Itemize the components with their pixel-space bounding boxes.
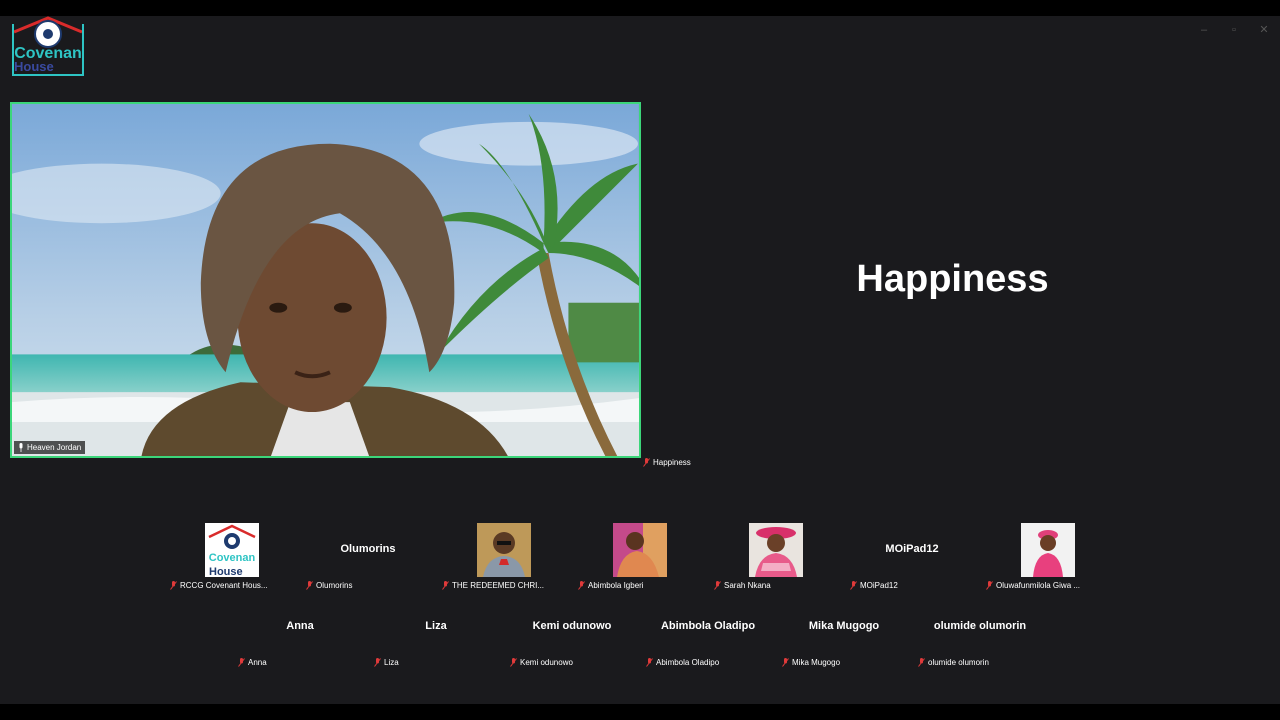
- woman-dress-photo-avatar-icon: [1021, 523, 1075, 577]
- meeting-window: Covenan House – ▫ ✕ Heaven Jordan Happin…: [0, 16, 1280, 704]
- minimize-icon[interactable]: –: [1198, 24, 1210, 36]
- logo-word-2: House: [14, 60, 54, 74]
- participant-name-chip: THE REDEEMED CHRI...: [440, 581, 568, 590]
- participant-name: Kemi odunowo: [520, 658, 573, 667]
- participant-display-name: Mika Mugogo: [808, 620, 880, 632]
- microphone-muted-icon: [170, 581, 177, 590]
- woman-photo-avatar-icon: [613, 523, 667, 577]
- participant-name: olumide olumorin: [928, 658, 989, 667]
- microphone-icon: [19, 443, 23, 452]
- participant-name-chip: Anna: [236, 658, 364, 667]
- participant-name-chip: Kemi odunowo: [508, 658, 636, 667]
- microphone-muted-icon: [374, 658, 381, 667]
- avatar: Covenan House: [205, 523, 259, 577]
- svg-text:Covenan: Covenan: [209, 552, 256, 564]
- man-photo-avatar-icon: [477, 523, 531, 577]
- participant-name: Olumorins: [316, 581, 353, 590]
- participant-tile[interactable]: Abimbola Oladipo Abimbola Oladipo: [644, 600, 772, 674]
- microphone-muted-icon: [643, 458, 650, 467]
- active-speaker-video[interactable]: Heaven Jordan: [10, 102, 641, 458]
- participant-display-name: Olumorins: [340, 543, 396, 555]
- avatar: [1021, 523, 1075, 577]
- participant-name: Anna: [248, 658, 267, 667]
- participant-tile[interactable]: MOiPad12 MOiPad12: [848, 523, 976, 597]
- avatar: [613, 523, 667, 577]
- participant-name-chip: Abimbola Igberi: [576, 581, 704, 590]
- brand-logo: Covenan House: [12, 16, 84, 76]
- participant-name: Abimbola Igberi: [588, 581, 644, 590]
- participant-tile[interactable]: Sarah Nkana: [712, 523, 840, 597]
- microphone-muted-icon: [578, 581, 585, 590]
- participant-name: Abimbola Oladipo: [656, 658, 720, 667]
- participant-display-name: olumide olumorin: [933, 620, 1027, 632]
- avatar: [477, 523, 531, 577]
- participant-name-chip: Happiness: [643, 458, 691, 467]
- participant-tile[interactable]: Abimbola Igberi: [576, 523, 704, 597]
- speaker-name-chip: Heaven Jordan: [14, 441, 86, 454]
- participant-name-chip: Abimbola Oladipo: [644, 658, 772, 667]
- microphone-muted-icon: [782, 658, 789, 667]
- speaker-name: Heaven Jordan: [27, 443, 82, 452]
- participant-name: THE REDEEMED CHRI...: [452, 581, 545, 590]
- participant-tile[interactable]: Olumorins Olumorins: [304, 523, 432, 597]
- participant-display-name: Abimbola Oladipo: [660, 620, 756, 632]
- participant-name-chip: Liza: [372, 658, 500, 667]
- participant-name: Happiness: [653, 458, 691, 467]
- participant-name-chip: Sarah Nkana: [712, 581, 840, 590]
- participant-name: Liza: [384, 658, 399, 667]
- beach-background-image: [12, 104, 639, 456]
- participant-name-chip: RCCG Covenant Hous...: [168, 581, 296, 590]
- microphone-muted-icon: [306, 581, 313, 590]
- microphone-muted-icon: [442, 581, 449, 590]
- participant-tile[interactable]: olumide olumorin olumide olumorin: [916, 600, 1044, 674]
- participant-display-name: Happiness: [643, 258, 1270, 301]
- participant-display-name: Anna: [286, 620, 314, 632]
- participant-name: MOiPad12: [860, 581, 898, 590]
- microphone-muted-icon: [646, 658, 653, 667]
- logo-seal-icon: [34, 20, 62, 48]
- participant-tile[interactable]: Oluwafunmilola Giwa ...: [984, 523, 1112, 597]
- participant-name-chip: olumide olumorin: [916, 658, 1044, 667]
- participant-name: Mika Mugogo: [792, 658, 841, 667]
- participant-name-chip: Oluwafunmilola Giwa ...: [984, 581, 1112, 590]
- microphone-muted-icon: [918, 658, 925, 667]
- participant-tile[interactable]: Covenan House RCCG Covenant Hous...: [168, 523, 296, 597]
- participant-tile[interactable]: THE REDEEMED CHRI...: [440, 523, 568, 597]
- participant-display-name: MOiPad12: [885, 543, 939, 555]
- participant-name-chip: MOiPad12: [848, 581, 976, 590]
- microphone-muted-icon: [850, 581, 857, 590]
- participant-display-name-text: Happiness: [856, 258, 1049, 300]
- participant-tile[interactable]: Kemi odunowo Kemi odunowo: [508, 600, 636, 674]
- letterbox-bottom: [0, 704, 1280, 720]
- letterbox-top: [0, 0, 1280, 16]
- participant-name-chip: Mika Mugogo: [780, 658, 908, 667]
- close-icon[interactable]: ✕: [1258, 24, 1270, 36]
- participant-name: Sarah Nkana: [724, 581, 771, 590]
- avatar: [749, 523, 803, 577]
- participant-name-chip: Olumorins: [304, 581, 432, 590]
- participant-display-name: Kemi odunowo: [532, 620, 612, 632]
- restore-icon[interactable]: ▫: [1228, 24, 1240, 36]
- microphone-muted-icon: [510, 658, 517, 667]
- microphone-muted-icon: [714, 581, 721, 590]
- participant-tile[interactable]: Anna Anna: [236, 600, 364, 674]
- microphone-muted-icon: [986, 581, 993, 590]
- participant-tile-happiness[interactable]: Happiness Happiness: [643, 102, 1270, 467]
- participant-name: RCCG Covenant Hous...: [180, 581, 268, 590]
- svg-text:House: House: [209, 566, 243, 577]
- woman-hat-photo-avatar-icon: [749, 523, 803, 577]
- participant-name: Oluwafunmilola Giwa ...: [996, 581, 1081, 590]
- participant-tile[interactable]: Liza Liza: [372, 600, 500, 674]
- participant-display-name: Liza: [425, 620, 447, 632]
- church-logo-avatar-icon: Covenan House: [205, 523, 259, 577]
- window-controls: – ▫ ✕: [1198, 24, 1270, 36]
- microphone-muted-icon: [238, 658, 245, 667]
- participant-tile[interactable]: Mika Mugogo Mika Mugogo: [780, 600, 908, 674]
